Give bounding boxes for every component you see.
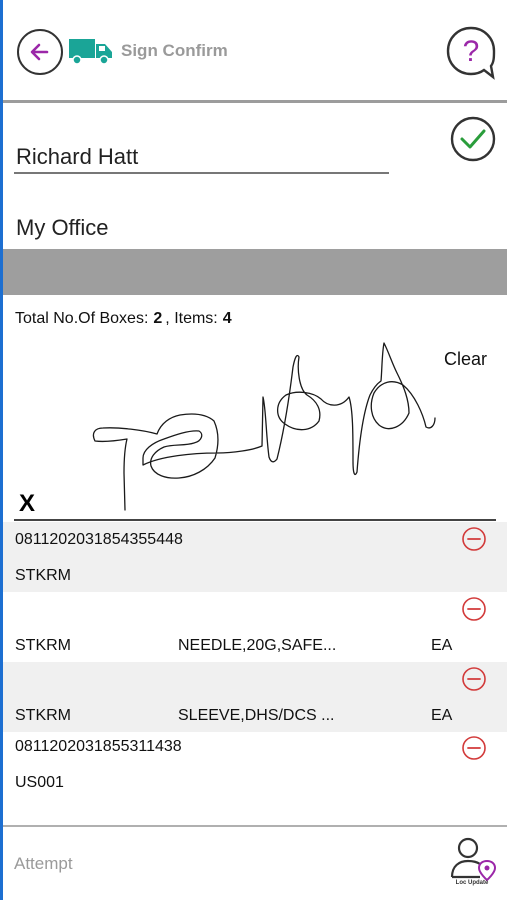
arrow-left-icon bbox=[30, 43, 49, 61]
separator-band bbox=[3, 249, 507, 295]
signature-stroke bbox=[92, 342, 436, 511]
totals-summary: Total No.Of Boxes: 2, Items: 4 bbox=[15, 310, 235, 328]
item-description: NEEDLE,20G,SAFE... bbox=[178, 637, 337, 654]
items-count: 4 bbox=[222, 310, 232, 327]
truck-icon bbox=[69, 39, 112, 65]
item-barcode: 0811202031854355448 bbox=[15, 531, 183, 548]
attempt-button[interactable]: Attempt bbox=[14, 854, 73, 874]
minus-circle-icon[interactable] bbox=[461, 596, 487, 622]
loc-update-label: Loc Update bbox=[455, 880, 489, 886]
header-divider bbox=[3, 100, 507, 103]
app-header: Sign Confirm ? bbox=[3, 0, 507, 102]
footer-divider bbox=[3, 825, 507, 827]
minus-circle-icon[interactable] bbox=[461, 526, 487, 552]
help-button[interactable]: ? bbox=[445, 25, 497, 81]
list-item: 0811202031855311438 US001 bbox=[3, 732, 507, 802]
signature-x-mark: X bbox=[19, 490, 36, 517]
location-field[interactable]: My Office bbox=[16, 215, 109, 241]
boxes-count: 2 bbox=[153, 310, 163, 327]
item-location: US001 bbox=[15, 774, 64, 791]
item-location: STKRM bbox=[15, 637, 71, 654]
confirm-button[interactable] bbox=[449, 115, 497, 163]
page-title: Sign Confirm bbox=[121, 41, 228, 60]
back-button[interactable] bbox=[17, 29, 63, 75]
signature-line bbox=[14, 519, 496, 521]
boxes-label: Total No.Of Boxes: bbox=[15, 310, 149, 327]
item-barcode: 0811202031855311438 bbox=[15, 738, 182, 755]
items-list: 0811202031854355448 STKRM STKRM NEEDLE,2… bbox=[3, 522, 507, 802]
signature-pad[interactable] bbox=[3, 335, 507, 521]
item-uom: EA bbox=[431, 707, 453, 724]
recipient-name-field[interactable]: Richard Hatt bbox=[14, 138, 389, 174]
list-item: STKRM SLEEVE,DHS/DCS ... EA bbox=[3, 662, 507, 732]
item-description: SLEEVE,DHS/DCS ... bbox=[178, 707, 335, 724]
item-uom: EA bbox=[431, 637, 453, 654]
clear-signature-button[interactable]: Clear bbox=[444, 349, 487, 370]
list-item: 0811202031854355448 STKRM bbox=[3, 522, 507, 592]
items-label: , Items: bbox=[165, 310, 218, 327]
svg-text:?: ? bbox=[463, 35, 480, 68]
item-location: STKRM bbox=[15, 567, 71, 584]
list-item: STKRM NEEDLE,20G,SAFE... EA bbox=[3, 592, 507, 662]
item-location: STKRM bbox=[15, 707, 71, 724]
minus-circle-icon[interactable] bbox=[461, 666, 487, 692]
minus-circle-icon[interactable] bbox=[461, 735, 487, 761]
